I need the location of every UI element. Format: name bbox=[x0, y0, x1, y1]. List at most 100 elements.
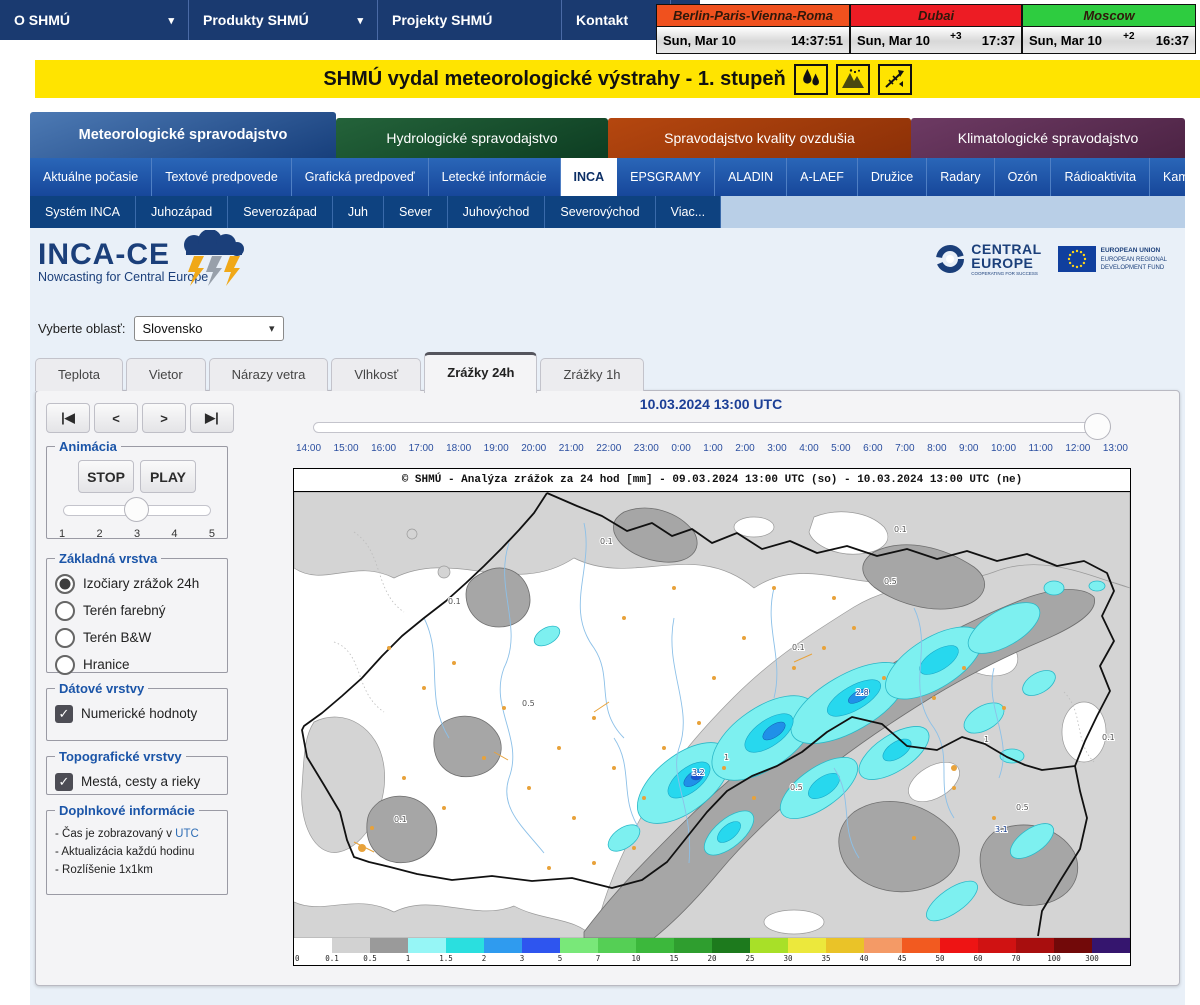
speed-label: 1 bbox=[59, 528, 65, 540]
subnav2-item-juhovychod[interactable]: Juhovýchod bbox=[448, 196, 546, 228]
subnav-item-inca[interactable]: INCA bbox=[561, 158, 618, 196]
map-value-label: 3.2 bbox=[692, 768, 705, 777]
checkbox-option-mesta-cesty-a-rieky[interactable]: ✓Mestá, cesty a rieky bbox=[55, 768, 219, 795]
play-button[interactable]: PLAY bbox=[140, 460, 196, 493]
checkbox-icon: ✓ bbox=[55, 773, 73, 791]
subnav-item-epsgramy[interactable]: EPSGRAMY bbox=[617, 158, 715, 196]
step-forward-button[interactable]: > bbox=[142, 403, 186, 433]
subnav-item-druzice[interactable]: Družice bbox=[858, 158, 927, 196]
colorbar-label: 30 bbox=[783, 954, 792, 963]
subnav2-item-juhozapad[interactable]: Juhozápad bbox=[136, 196, 228, 228]
time-tick: 18:00 bbox=[446, 443, 471, 454]
time-tick: 4:00 bbox=[799, 443, 818, 454]
subnav-item-kamery[interactable]: Kamery bbox=[1150, 158, 1200, 196]
map-title: © SHMÚ - Analýza zrážok za 24 hod [mm] -… bbox=[294, 469, 1130, 492]
main-tab-spravodajstvo-kvality-ovzdusia[interactable]: Spravodajstvo kvality ovzdušia bbox=[608, 118, 911, 158]
skip-end-button[interactable]: ▶| bbox=[190, 403, 234, 433]
speed-slider-handle[interactable] bbox=[124, 497, 149, 522]
time-tick: 1:00 bbox=[703, 443, 722, 454]
view-tab-zrazky-24h[interactable]: Zrážky 24h bbox=[424, 352, 537, 393]
eu-line1: EUROPEAN UNION bbox=[1101, 247, 1167, 256]
colorbar-segment: 25 bbox=[750, 938, 788, 953]
colorbar-label: 1.5 bbox=[439, 954, 453, 963]
subnav2-item-juh[interactable]: Juh bbox=[333, 196, 384, 228]
time-tick: 21:00 bbox=[559, 443, 584, 454]
utc-link[interactable]: UTC bbox=[175, 828, 199, 840]
radio-option-hranice[interactable]: Hranice bbox=[55, 651, 219, 678]
colorbar-label: 1 bbox=[406, 954, 411, 963]
colorbar-label: 60 bbox=[973, 954, 982, 963]
view-tab-vlhkost[interactable]: Vlhkosť bbox=[331, 358, 421, 391]
inca-ce-logo[interactable]: INCA-CE Nowcasting for Central Europe bbox=[38, 238, 298, 308]
map-value-label: 2.8 bbox=[856, 688, 869, 697]
nav-item-produkty-shmu[interactable]: Produkty SHMÚ▾ bbox=[189, 0, 378, 40]
region-select[interactable]: Slovensko ▾ bbox=[134, 316, 284, 341]
world-clocks: Berlin-Paris-Vienna-RomaSun, Mar 1014:37… bbox=[656, 4, 1196, 54]
view-tab-vietor[interactable]: Vietor bbox=[126, 358, 206, 391]
colorbar-segment: 15 bbox=[674, 938, 712, 953]
speed-slider-track[interactable] bbox=[63, 505, 211, 516]
subnav2-item-severozapad[interactable]: Severozápad bbox=[228, 196, 333, 228]
view-tab-narazy-vetra[interactable]: Nárazy vetra bbox=[209, 358, 329, 391]
nav-item-label: Kontakt bbox=[576, 12, 628, 28]
subnav-item-aktualne-pocasie[interactable]: Aktuálne počasie bbox=[30, 158, 152, 196]
main-tab-hydrologicke-spravodajstvo[interactable]: Hydrologické spravodajstvo bbox=[336, 118, 608, 158]
chevron-down-icon: ▾ bbox=[168, 14, 174, 27]
eu-logo[interactable]: EUROPEAN UNION EUROPEAN REGIONAL DEVELOP… bbox=[1058, 246, 1167, 272]
storm-cloud-icon bbox=[174, 230, 260, 288]
colorbar-segment: 100 bbox=[1054, 938, 1092, 953]
subnav-item-letecke-informacie[interactable]: Letecké informácie bbox=[429, 158, 561, 196]
speed-labels: 12345 bbox=[59, 528, 215, 540]
step-back-button[interactable]: < bbox=[94, 403, 138, 433]
world-clock-moscow: MoscowSun, Mar 10+216:37 bbox=[1022, 4, 1196, 54]
nav-item-projekty-shmu[interactable]: Projekty SHMÚ bbox=[378, 0, 562, 40]
radio-option-izociary-zrazok-24h[interactable]: Izočiary zrážok 24h bbox=[55, 570, 219, 597]
subnav2-item-system-inca[interactable]: Systém INCA bbox=[30, 196, 136, 228]
stop-button[interactable]: STOP bbox=[78, 460, 134, 493]
colorbar-segment: 0 bbox=[294, 938, 332, 953]
view-tab-teplota[interactable]: Teplota bbox=[35, 358, 123, 391]
subnav-item-ozon[interactable]: Ozón bbox=[995, 158, 1052, 196]
time-tick: 22:00 bbox=[596, 443, 621, 454]
skip-start-button[interactable]: |◀ bbox=[46, 403, 90, 433]
clock-city-label: Moscow bbox=[1023, 5, 1195, 27]
checkbox-option-numericke-hodnoty[interactable]: ✓Numerické hodnoty bbox=[55, 700, 219, 727]
subnav2-item-sever[interactable]: Sever bbox=[384, 196, 448, 228]
rain-warning-icon[interactable] bbox=[794, 64, 828, 95]
nav-item-kontakt[interactable]: Kontakt bbox=[562, 0, 671, 40]
snowdrift-warning-icon[interactable] bbox=[878, 64, 912, 95]
clock-utc-offset: +2 bbox=[1102, 31, 1156, 42]
colorbar-label: 3 bbox=[520, 954, 525, 963]
radio-option-teren-b-w[interactable]: Terén B&W bbox=[55, 624, 219, 651]
central-europe-line2: EUROPE bbox=[971, 256, 1041, 270]
subnav-item-textove-predpovede[interactable]: Textové predpovede bbox=[152, 158, 292, 196]
subnav-item-a-laef[interactable]: A-LAEF bbox=[787, 158, 858, 196]
colorbar-label: 50 bbox=[935, 954, 944, 963]
time-slider-track[interactable] bbox=[313, 422, 1111, 433]
alert-banner[interactable]: SHMÚ vydal meteorologické výstrahy - 1. … bbox=[35, 60, 1200, 98]
clock-time: 14:37:51 bbox=[791, 33, 843, 48]
time-slider-handle[interactable] bbox=[1084, 413, 1111, 440]
subnav2-item-viac[interactable]: Viac... bbox=[656, 196, 722, 228]
partner-logos: CENTRAL EUROPE COOPERATING FOR SUCCESS bbox=[934, 242, 1167, 277]
subnav-item-radioaktivita[interactable]: Rádioaktivita bbox=[1051, 158, 1150, 196]
avalanche-warning-icon[interactable] bbox=[836, 64, 870, 95]
subnav-item-graficka-predpoved[interactable]: Grafická predpoveď bbox=[292, 158, 429, 196]
speed-label: 2 bbox=[96, 528, 102, 540]
radio-option-teren-farebny[interactable]: Terén farebný bbox=[55, 597, 219, 624]
subnav-item-aladin[interactable]: ALADIN bbox=[715, 158, 787, 196]
main-tab-klimatologicke-spravodajstvo[interactable]: Klimatologické spravodajstvo bbox=[911, 118, 1185, 158]
nav-item-o-shmu[interactable]: O SHMÚ▾ bbox=[0, 0, 189, 40]
colorbar-segment: 5 bbox=[560, 938, 598, 953]
colorbar-segment: 3 bbox=[522, 938, 560, 953]
view-tab-zrazky-1h[interactable]: Zrážky 1h bbox=[540, 358, 643, 391]
subnav-item-radary[interactable]: Radary bbox=[927, 158, 994, 196]
colorbar-label: 25 bbox=[745, 954, 754, 963]
central-europe-icon bbox=[934, 243, 966, 275]
colorbar-segment: 40 bbox=[864, 938, 902, 953]
main-tab-meteorologicke-spravodajstvo[interactable]: Meteorologické spravodajstvo bbox=[30, 112, 336, 158]
colorbar-label: 0.5 bbox=[363, 954, 377, 963]
world-clock-berlin-paris-vienna-roma: Berlin-Paris-Vienna-RomaSun, Mar 1014:37… bbox=[656, 4, 850, 54]
subnav2-item-severovychod[interactable]: Severovýchod bbox=[545, 196, 655, 228]
central-europe-logo[interactable]: CENTRAL EUROPE COOPERATING FOR SUCCESS bbox=[934, 242, 1041, 277]
